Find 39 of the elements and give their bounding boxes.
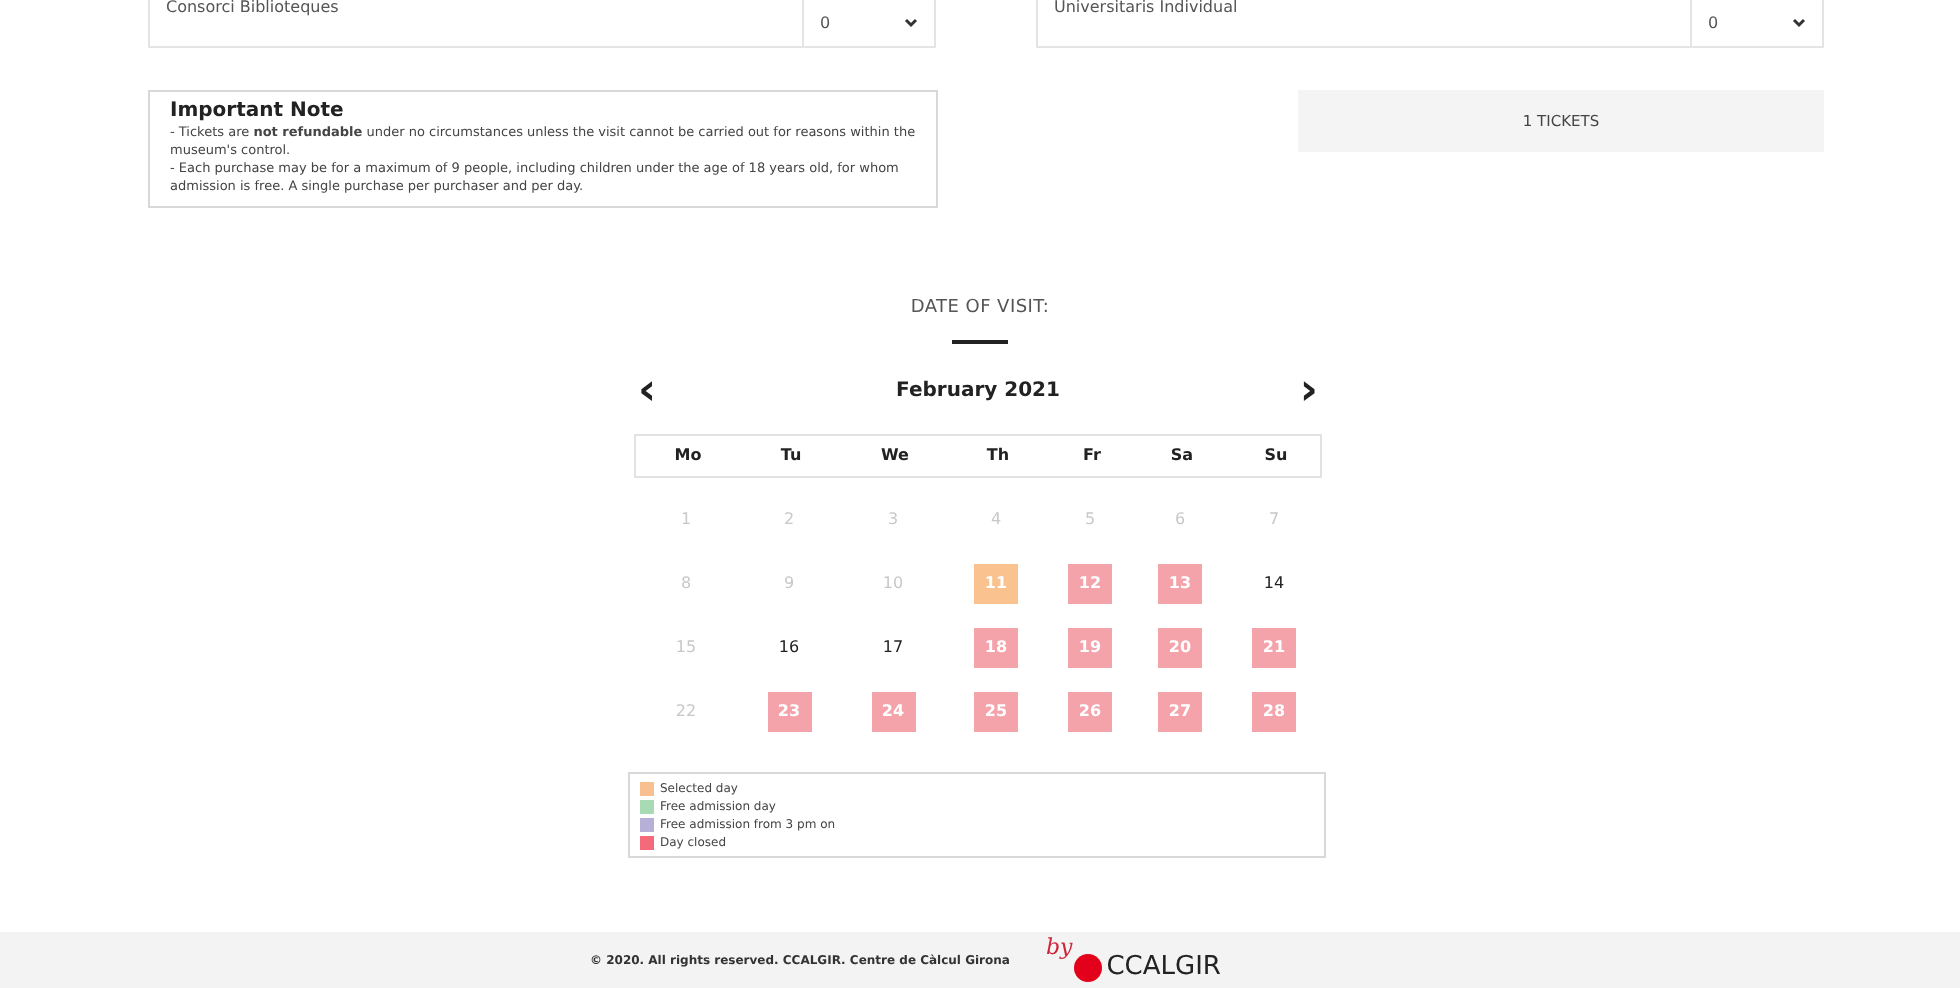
- calendar-day[interactable]: 11: [974, 563, 1018, 603]
- quantity-dropdown[interactable]: 0: [802, 0, 934, 46]
- weekday-label: We: [879, 443, 911, 467]
- weekday-label: Tu: [778, 443, 804, 467]
- calendar-day[interactable]: 17: [871, 627, 915, 667]
- ticket-label: Universitaris Individual: [1052, 0, 1238, 20]
- calendar-day[interactable]: 27: [1158, 691, 1202, 731]
- weekday-label: Th: [984, 443, 1012, 467]
- weekday-label: Mo: [672, 443, 704, 467]
- heading-rule: [952, 339, 1008, 343]
- calendar-day[interactable]: 23: [767, 691, 811, 731]
- calendar-day[interactable]: 16: [767, 627, 811, 667]
- calendar-day[interactable]: 14: [1252, 563, 1296, 603]
- chevron-down-icon: [904, 18, 918, 28]
- calendar-day[interactable]: 13: [1158, 563, 1202, 603]
- calendar-day[interactable]: 24: [871, 691, 915, 731]
- date-heading: DATE OF VISIT:: [910, 296, 1050, 322]
- calendar-day[interactable]: 19: [1068, 627, 1112, 667]
- quantity-dropdown[interactable]: 0: [1690, 0, 1822, 46]
- weekday-label: Su: [1262, 443, 1290, 467]
- calendar-day[interactable]: 20: [1158, 627, 1202, 667]
- previous-month-button[interactable]: ‹: [634, 371, 661, 411]
- ticket-label: Consorci Biblioteques: [164, 0, 339, 20]
- quantity-value: 0: [1708, 11, 1719, 35]
- logo-by-text: by: [1045, 932, 1073, 964]
- calendar-day[interactable]: 21: [1252, 627, 1296, 667]
- weekday-label: Fr: [1081, 443, 1103, 467]
- calendar-day[interactable]: 12: [1068, 563, 1112, 603]
- logo-brand-text: CCALGIR: [1106, 954, 1221, 982]
- weekday-label: Sa: [1168, 443, 1196, 467]
- note-title: Important Note: [170, 100, 346, 124]
- month-title: February 2021: [896, 378, 1060, 406]
- next-month-button[interactable]: ›: [1295, 371, 1322, 411]
- calendar-day[interactable]: 26: [1068, 691, 1112, 731]
- quantity-value: 0: [820, 11, 831, 35]
- calendar-day[interactable]: 18: [974, 627, 1018, 667]
- calendar-day[interactable]: 28: [1252, 691, 1296, 731]
- chevron-down-icon: [1792, 18, 1806, 28]
- calendar-day[interactable]: 25: [974, 691, 1018, 731]
